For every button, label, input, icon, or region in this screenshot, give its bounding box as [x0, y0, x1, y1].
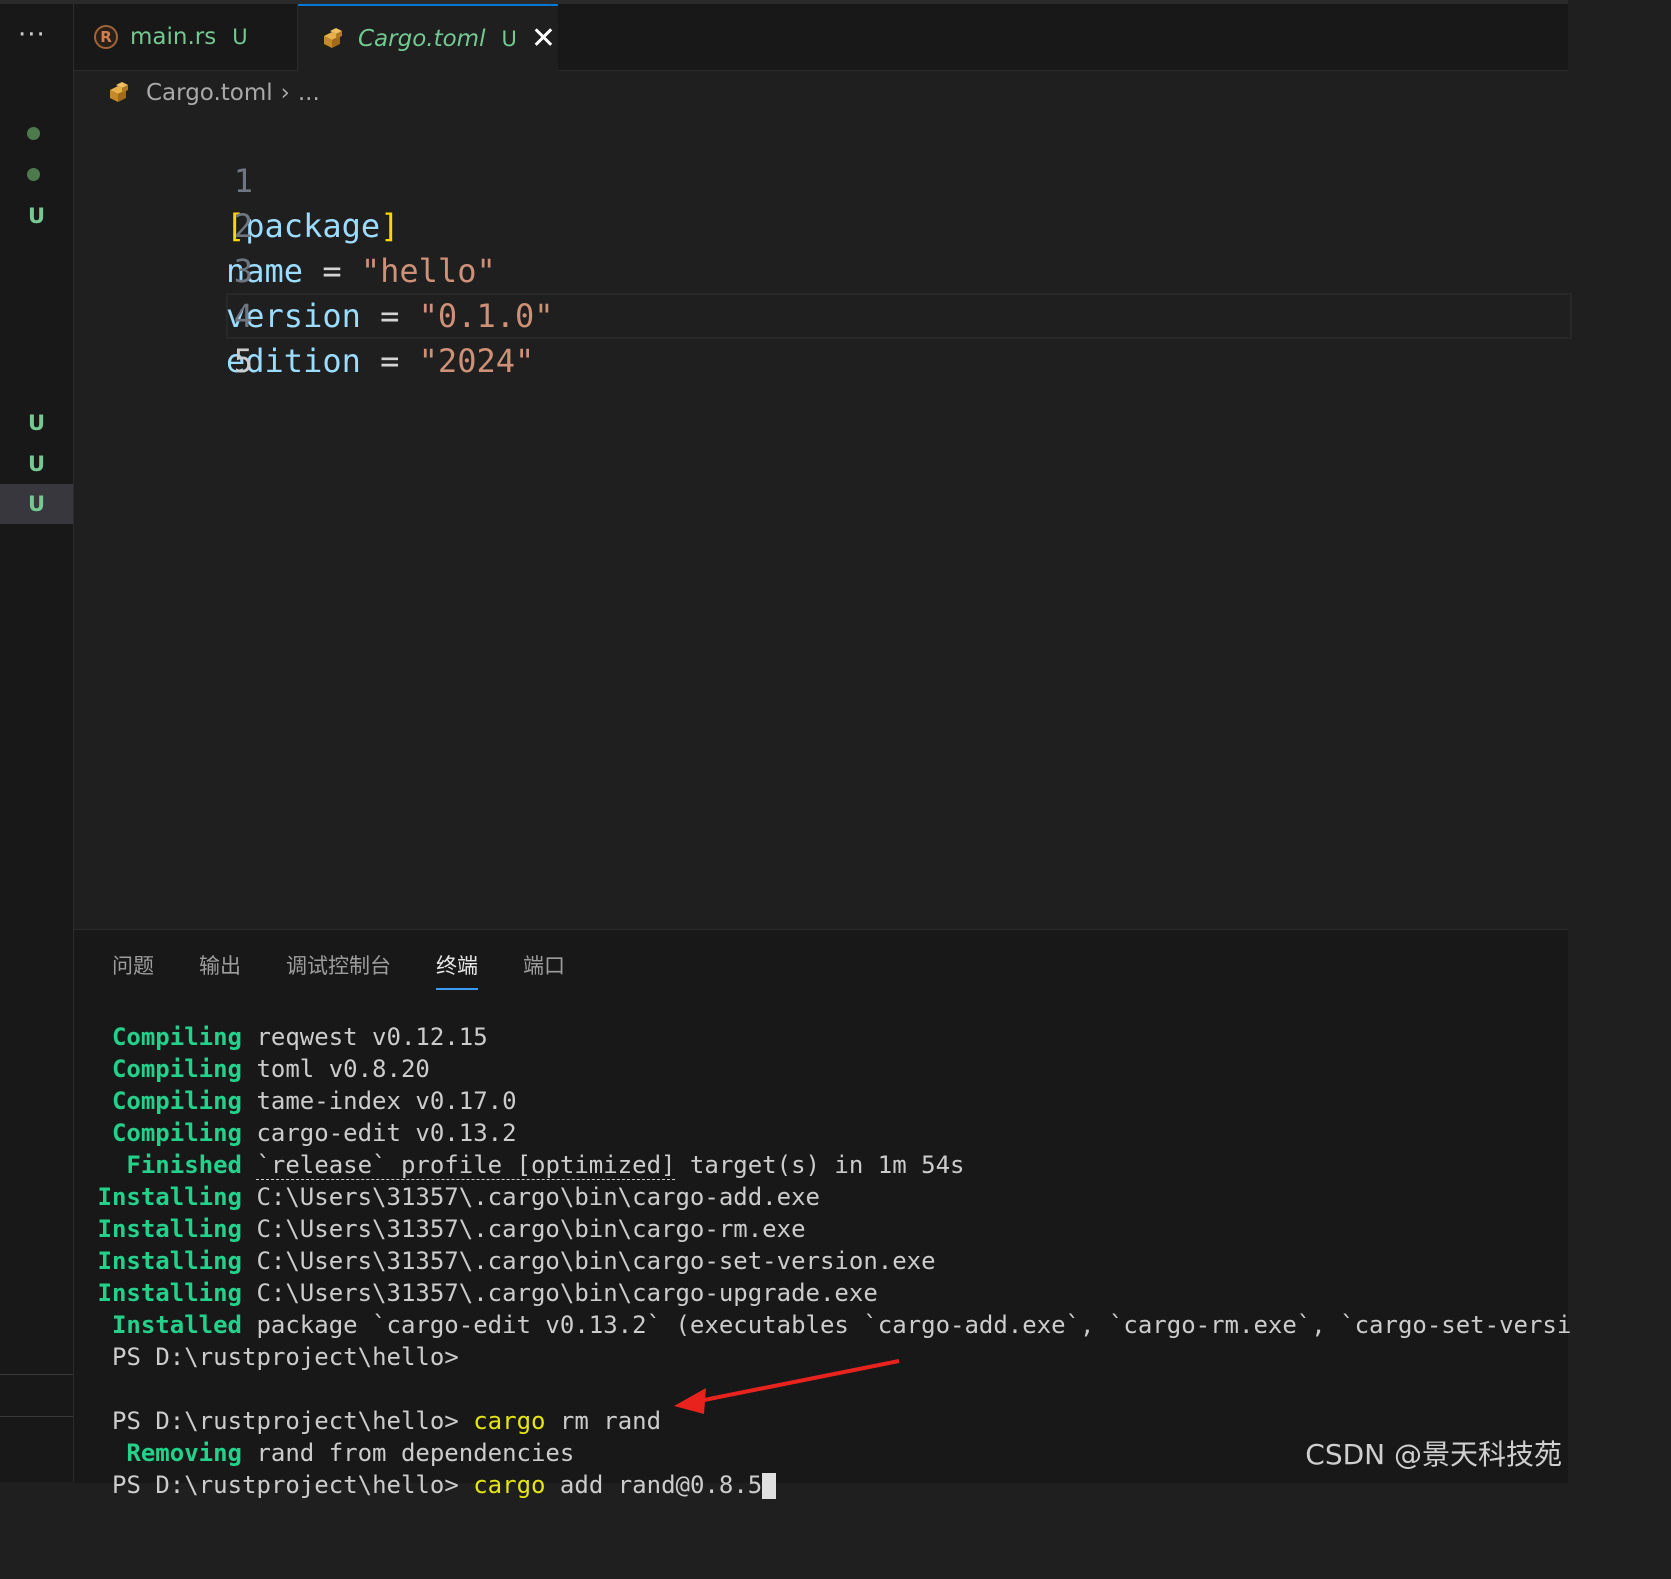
untracked-badge: U [501, 26, 517, 51]
code-line: 3 version = "0.1.0" [74, 204, 554, 335]
breadcrumb-file[interactable]: Cargo.toml [146, 80, 273, 106]
divider [0, 1416, 73, 1417]
line-number: 4 [233, 297, 254, 335]
tab-main-rs[interactable]: R main.rs U [74, 4, 298, 70]
more-actions-icon[interactable]: ··· [18, 22, 46, 48]
explorer-gutter: ··· U U U U [0, 4, 74, 1482]
bottom-panel: 问题 输出 调试控制台 终端 端口 Compiling reqwest v0.1… [74, 929, 1571, 1499]
watermark: CSDN @景天科技苑 [1305, 1438, 1562, 1471]
tab-label: Cargo.toml [358, 25, 486, 52]
untracked-badge: U [232, 25, 248, 49]
untracked-badge[interactable]: U [0, 411, 73, 435]
chevron-right-icon: › [280, 80, 290, 106]
breadcrumb: Cargo.toml › ... [106, 74, 320, 112]
annotation-arrow-icon [674, 1359, 900, 1414]
line-number: 2 [233, 207, 254, 245]
modified-dot-icon [27, 168, 40, 181]
line-number: 3 [233, 252, 254, 290]
tab-cargo-toml[interactable]: Cargo.toml U ✕ [298, 4, 558, 71]
modified-dot-icon [27, 127, 40, 140]
code-line: 5 [74, 294, 253, 380]
line-number: 5 [233, 342, 254, 380]
line-number: 1 [233, 162, 254, 200]
breadcrumb-symbols[interactable]: ... [298, 80, 320, 106]
code-line: 1 [package] [74, 114, 399, 245]
code-line: 2 name = "hello" [74, 159, 496, 290]
cargo-package-icon [110, 82, 128, 102]
divider [0, 1374, 73, 1375]
tab-label: main.rs [130, 24, 217, 50]
cargo-package-icon [324, 27, 342, 48]
rust-file-icon: R [94, 25, 118, 49]
editor-tab-bar: R main.rs U Cargo.toml U ✕ [74, 4, 1568, 71]
close-icon[interactable]: ✕ [531, 23, 556, 54]
code-editor[interactable]: 1 [package] 2 name = "hello" 3 version =… [74, 112, 1572, 928]
untracked-badge[interactable]: U [0, 452, 73, 476]
code-line: 4 edition = "2024" [74, 249, 534, 380]
untracked-badge[interactable]: U [0, 204, 73, 228]
untracked-badge-selected[interactable]: U [0, 484, 73, 524]
